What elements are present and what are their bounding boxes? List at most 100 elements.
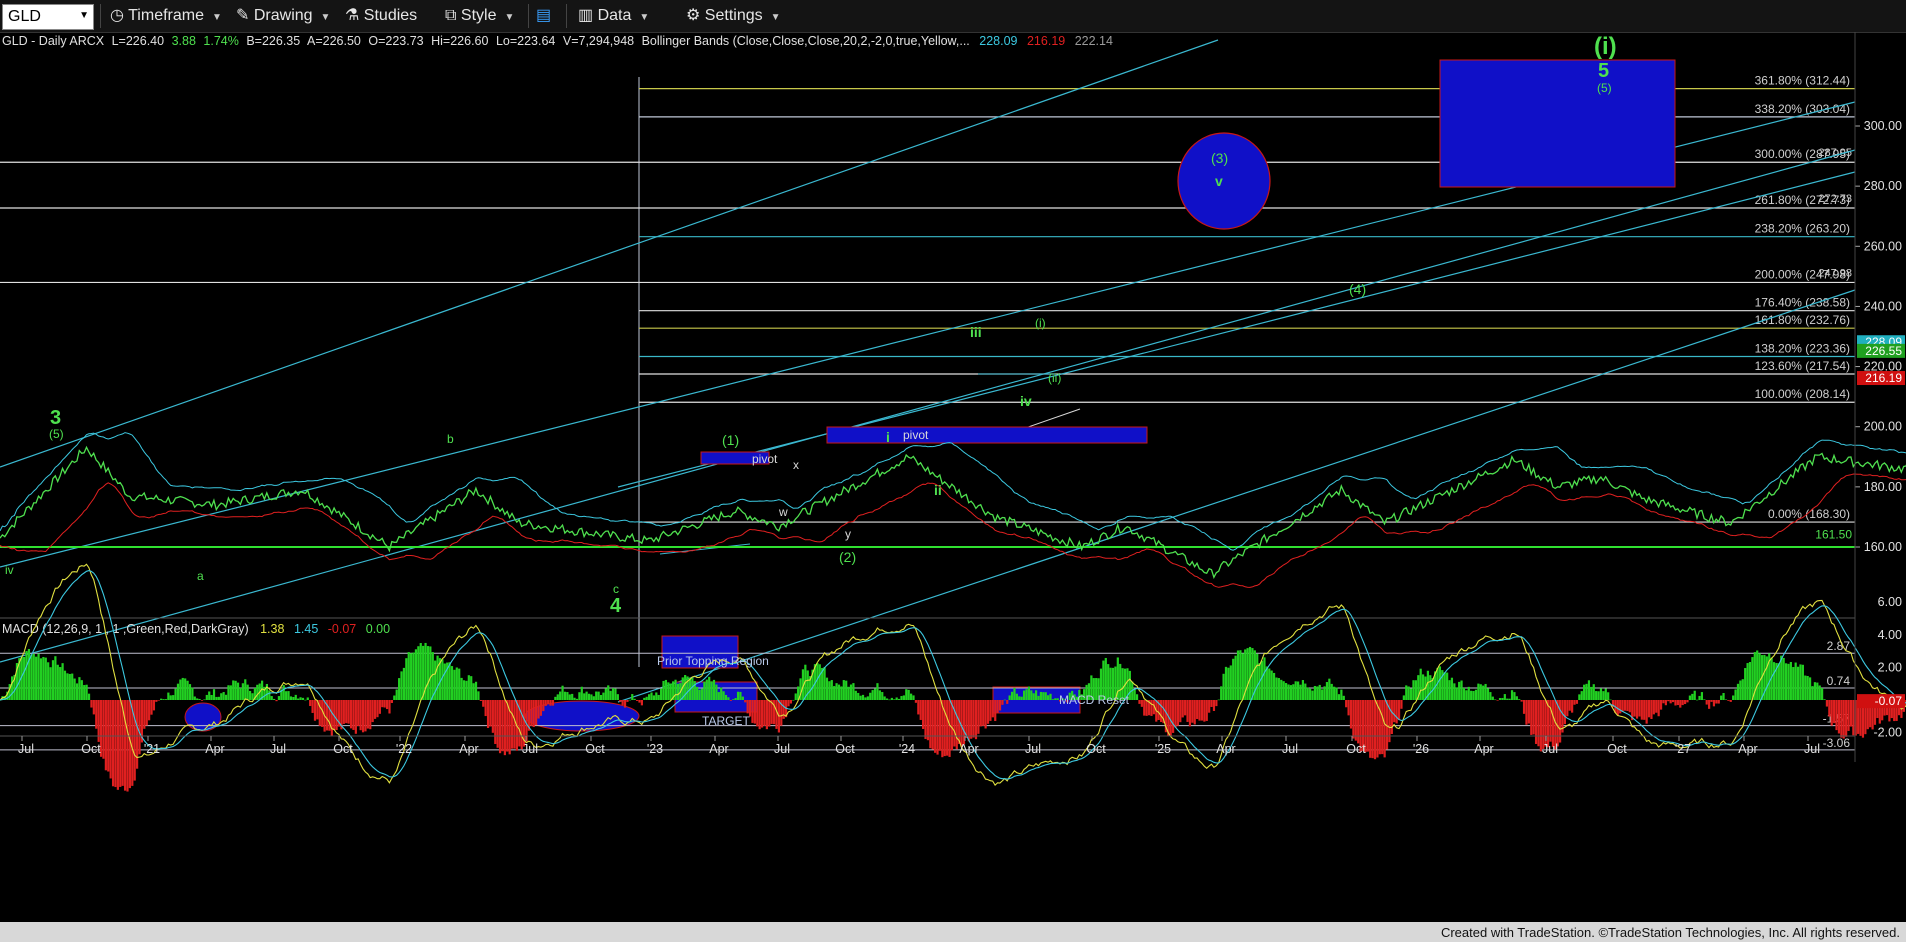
macd-bar: [1203, 700, 1206, 722]
macd-bar: [648, 694, 651, 700]
macd-bar: [1645, 700, 1648, 724]
time-tick-label: Jul: [522, 742, 538, 756]
macd-bar: [708, 676, 711, 700]
macd-bar: [1818, 685, 1821, 700]
macd-bar: [876, 683, 879, 700]
macd-bar: [619, 700, 622, 702]
macd-bar: [669, 683, 672, 700]
macd-bar: [1460, 680, 1463, 700]
macd-bar: [922, 700, 925, 729]
macd-bar: [1772, 662, 1776, 700]
macd-bar: [287, 691, 290, 700]
drawing-menu[interactable]: ✎ Drawing ▼: [236, 5, 330, 27]
macd-bar: [1506, 698, 1509, 700]
macd-bar: [1381, 700, 1384, 755]
macd-bar: [1833, 700, 1836, 724]
macd-bar: [1635, 700, 1639, 719]
macd-bar: [1232, 658, 1235, 700]
data-menu[interactable]: ▥ Data ▼: [578, 5, 649, 27]
studies-menu[interactable]: ⚗ Studies: [345, 5, 417, 27]
macd-bar: [1179, 700, 1182, 723]
layout-icon[interactable]: ▤: [536, 5, 551, 27]
macd-bar: [1683, 700, 1687, 705]
macd-bar: [1830, 700, 1833, 726]
macd-bar: [270, 696, 273, 700]
macd-bar: [1297, 681, 1300, 700]
macd-bar: [23, 656, 26, 700]
macd-bar: [1047, 695, 1050, 700]
macd-bar: [1289, 685, 1292, 700]
wave-label: iii: [970, 324, 982, 340]
macd-bar: [369, 700, 372, 730]
macd-bar: [544, 700, 547, 706]
time-tick-label: '27: [1675, 742, 1691, 756]
macd-bar: [859, 695, 862, 700]
macd-bar: [1640, 700, 1643, 720]
macd-bar: [998, 700, 1002, 711]
macd-bar: [1787, 663, 1790, 700]
macd-bar: [1039, 691, 1043, 700]
time-tick-label: Oct: [585, 742, 605, 756]
price-tag-label: 226.55: [1865, 344, 1902, 358]
macd-bar: [1366, 700, 1369, 752]
macd-bar: [174, 688, 177, 700]
macd-bar: [744, 700, 747, 703]
macd-bar: [1626, 700, 1629, 711]
macd-bar: [1835, 700, 1838, 731]
wave-label: v: [1215, 173, 1223, 189]
macd-bar: [1599, 688, 1603, 700]
macd-bar: [143, 700, 146, 729]
style-menu[interactable]: ⧉ Style ▼: [445, 5, 514, 27]
timeframe-menu[interactable]: ◷ Timeframe ▼: [110, 5, 222, 27]
macd-bar: [1284, 683, 1288, 700]
macd-bar: [1169, 700, 1172, 736]
macd-bar: [1643, 700, 1646, 720]
macd-reset-label: MACD Reset: [1059, 693, 1130, 707]
wave-label: iv: [5, 563, 14, 577]
macd-bar: [1438, 666, 1442, 700]
macd-bar: [349, 700, 353, 729]
macd-bar: [1595, 691, 1598, 700]
time-tick-label: Apr: [709, 742, 728, 756]
price-tick-label: 240.00: [1864, 299, 1902, 313]
macd-bar: [652, 695, 656, 700]
macd-bar: [1842, 700, 1845, 739]
macd-bar: [95, 700, 98, 729]
time-tick-label: Oct: [835, 742, 855, 756]
macd-bar: [1590, 686, 1593, 700]
macd-bar: [1010, 691, 1014, 700]
macd-bar: [1696, 699, 1699, 701]
macd-bar: [1462, 687, 1466, 700]
macd-bar: [1181, 700, 1184, 718]
macd-bar: [1215, 700, 1218, 707]
macd-bar: [330, 700, 333, 736]
macd-bar: [664, 679, 668, 700]
time-tick-label: Jul: [18, 742, 34, 756]
macd-bar: [407, 652, 410, 700]
macd-bar: [157, 700, 160, 701]
settings-menu[interactable]: ⚙ Settings ▼: [686, 5, 781, 27]
macd-bar: [436, 655, 439, 700]
macd-bar: [402, 667, 406, 700]
macd-bar: [1044, 692, 1047, 700]
price-chart[interactable]: GLD - Daily ARCX L=226.40 3.88 1.74% B=2…: [0, 32, 1906, 922]
macd-bar: [395, 689, 398, 700]
macd-bar: [458, 668, 461, 700]
time-tick-label: Apr: [1474, 742, 1493, 756]
drawing-label: Drawing: [253, 7, 313, 24]
macd-bar: [119, 700, 122, 787]
macd-bar: [37, 653, 40, 700]
macd-bar: [482, 700, 485, 707]
macd-bar: [503, 700, 506, 756]
macd-bar: [751, 700, 754, 723]
macd-bar: [1186, 700, 1189, 722]
macd-bar: [215, 696, 218, 700]
symbol-selector[interactable]: GLD ▼: [2, 4, 94, 30]
macd-bar: [1323, 686, 1326, 700]
macd-bar: [42, 656, 45, 700]
macd-bar: [1587, 680, 1591, 700]
macd-bar: [575, 698, 579, 700]
macd-bar: [635, 700, 639, 701]
macd-bar: [241, 683, 244, 700]
macd-bar: [1340, 689, 1343, 700]
